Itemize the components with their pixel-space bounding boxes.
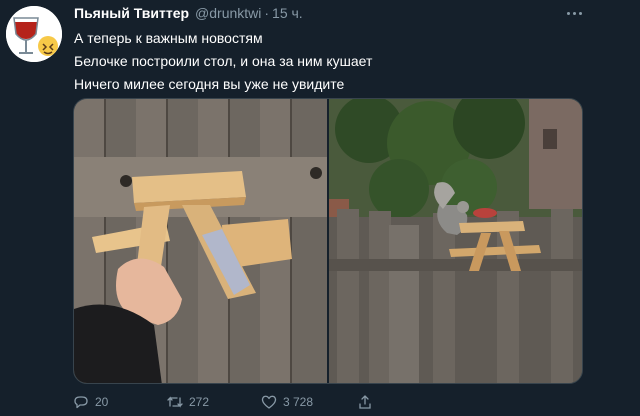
like-button[interactable]: 3 728 [261, 394, 313, 410]
tweet-line: Белочке построили стол, и она за ним куш… [74, 53, 373, 69]
more-options-button[interactable] [563, 6, 585, 20]
picnic-table-in-hand-photo-icon [74, 99, 327, 383]
share-button[interactable] [357, 394, 373, 410]
share-icon [359, 395, 371, 409]
tweet-line: Ничего милее сегодня вы уже не увидите [74, 76, 345, 92]
dot-icon [572, 11, 576, 15]
dot-icon [578, 11, 582, 15]
tweet-line: А теперь к важным новостям [74, 30, 263, 46]
dot-icon [566, 11, 570, 15]
like-count: 3 728 [283, 395, 314, 409]
media-image-hand-table[interactable] [74, 99, 327, 383]
retweet-count: 272 [189, 395, 210, 409]
reply-count: 20 [95, 395, 109, 409]
reply-icon [74, 396, 88, 409]
separator-dot: · [264, 5, 270, 21]
squirrel-picnic-table-photo-icon [329, 99, 582, 383]
tweet-actions: 20 272 3 728 [73, 394, 393, 412]
retweet-button[interactable]: 272 [167, 394, 209, 410]
reply-button[interactable]: 20 [73, 394, 108, 410]
author-name[interactable]: Пьяный Твиттер [74, 5, 189, 21]
tweet-text: А теперь к важным новостям Белочке постр… [74, 27, 372, 96]
media-image-squirrel-table[interactable] [329, 99, 582, 383]
author-handle[interactable]: @drunktwi [195, 5, 261, 21]
avatar[interactable] [6, 6, 62, 62]
tweet-timestamp[interactable]: 15 ч. [272, 5, 303, 21]
heart-icon [261, 395, 277, 409]
tweet-media [73, 98, 583, 384]
retweet-icon [167, 396, 183, 408]
tweet-header: Пьяный Твиттер @drunktwi · 15 ч. [74, 5, 303, 25]
wine-glass-avatar-icon [6, 6, 62, 62]
